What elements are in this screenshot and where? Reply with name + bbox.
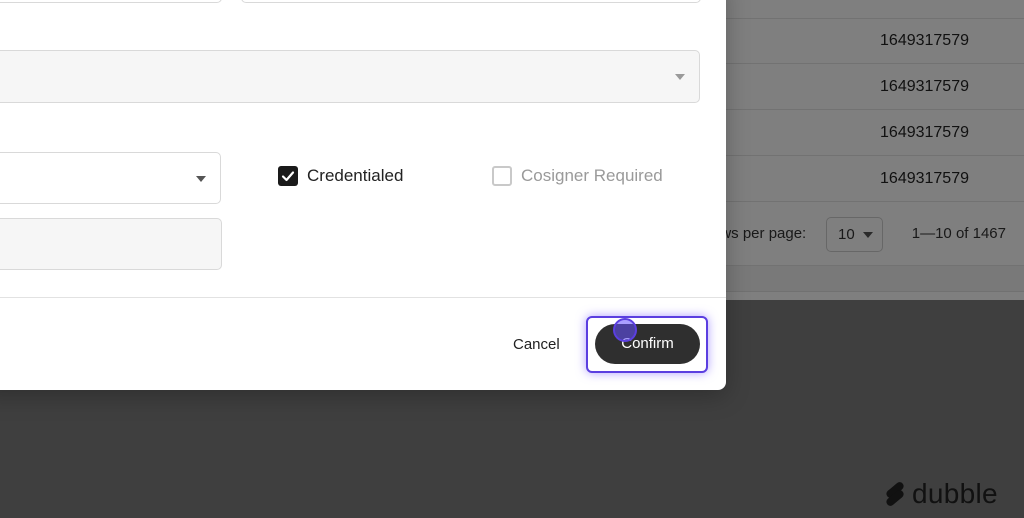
chevron-down-icon — [196, 176, 206, 182]
cancel-button[interactable]: Cancel — [500, 330, 573, 360]
credentialed-label[interactable]: Credentialed — [307, 164, 403, 188]
text-field[interactable] — [0, 0, 222, 3]
credentialed-checkbox[interactable] — [278, 166, 298, 186]
text-field[interactable] — [241, 0, 701, 3]
checkmark-icon — [281, 171, 295, 182]
dubble-logo-icon — [886, 482, 904, 506]
dubble-brand: dubble — [882, 478, 998, 510]
disabled-text-field[interactable] — [0, 218, 222, 270]
chevron-down-icon — [675, 74, 685, 80]
dialog-footer-divider — [0, 297, 726, 298]
edit-dialog: Credentialed Cosigner Required Cancel Co… — [0, 0, 726, 390]
brand-name: dubble — [912, 478, 998, 509]
cosigner-required-checkbox[interactable] — [492, 166, 512, 186]
select-field[interactable] — [0, 152, 221, 204]
cosigner-required-label[interactable]: Cosigner Required — [521, 164, 663, 188]
screen: 1649317579 1649317579 1649317579 1649317… — [0, 0, 1024, 518]
confirm-button[interactable]: Confirm — [595, 324, 700, 364]
click-indicator — [613, 318, 637, 342]
disabled-select[interactable] — [0, 50, 700, 103]
